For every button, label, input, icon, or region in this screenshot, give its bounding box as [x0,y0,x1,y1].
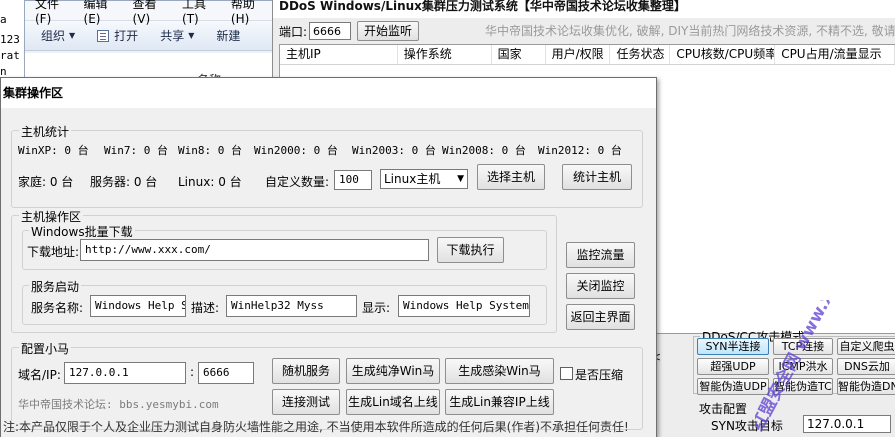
service-desc-input[interactable]: WinHelp32 Myss [226,295,357,317]
stat-linux: Linux: 0 台 [178,175,242,189]
config-port-input[interactable]: 6666 [198,362,254,384]
document-icon [97,29,110,42]
service-name-input[interactable]: Windows Help Sys [90,295,186,317]
monitor-traffic-button[interactable]: 监控流量 [566,242,635,268]
syn-half-button[interactable]: SYN半连接 [697,338,769,355]
service-start-legend: 服务启动 [29,278,82,295]
forum-link-text: 华中帝国技术论坛: bbs.yesmybi.com [18,398,219,411]
service-name-label: 服务名称: [31,301,84,315]
gen-lin-domain-button[interactable]: 生成Lin域名上线 [346,389,440,415]
stat-server: 服务器: 0 台 [90,175,158,189]
column-cpu-usage[interactable]: CPU占用/流量显示 [775,45,895,64]
host-type-value: Linux主机 [384,172,441,186]
gen-lin-ip-button[interactable]: 生成Lin兼容IP上线 [445,389,554,415]
stat-family: 家庭: 0 台 [18,175,74,189]
dns-cloud-button[interactable]: DNS云加 [837,358,895,375]
batch-download-legend: Windows批量下载 [29,223,135,240]
select-hosts-button[interactable]: 选择主机 [477,164,545,190]
share-button[interactable]: 共享 ▼ [160,27,194,44]
stat-win2008: Win2008: 0 台 [442,144,526,157]
stop-monitor-button[interactable]: 关闭监控 [566,273,635,299]
organize-label: 组织 [41,29,66,43]
service-display-label: 显示: [362,301,391,315]
menu-tools[interactable]: 工具(T) [182,0,213,26]
cluster-operation-dialog: 集群操作区 主机统计 WinXP: 0 台 Win7: 0 台 Win8: 0 … [0,77,657,437]
background-explorer-window: 文件(F) 编辑(E) 查看(V) 工具(T) 帮助(H) 组织 ▼ 打开 共享 ▼… [24,0,282,87]
column-host-ip[interactable]: 主机IP [280,45,398,64]
port-label: 端口: [279,24,308,39]
start-listen-button[interactable]: 开始监听 [357,21,420,41]
count-hosts-button[interactable]: 统计主机 [562,164,632,190]
open-label: 打开 [114,29,139,43]
service-desc-label: 描述: [191,301,220,315]
host-stats-legend: 主机统计 [19,123,72,140]
share-label: 共享 [160,29,185,43]
stat-win2003: Win2003: 0 台 [352,144,436,157]
colon-separator: : [190,365,195,379]
download-execute-button[interactable]: 下载执行 [437,237,504,263]
column-cpu-cores[interactable]: CPU核数/CPU频率 [670,45,776,64]
column-os[interactable]: 操作系统 [398,45,492,64]
super-udp-button[interactable]: 超强UDP [697,358,769,375]
new-label: 新建 [216,29,241,43]
column-task-status[interactable]: 任务状态 [610,45,671,64]
attack-panel: DDoS/CC攻击模式 SYN半连接 TCP连接 自定义爬虫 超强UDP ICM… [691,320,895,437]
attack-config-label: 攻击配置 [699,402,748,416]
domain-ip-input[interactable]: 127.0.0.1 [64,362,186,384]
forum-notice: 华中帝国技术论坛收集优化, 破解, DIY当前热门网络技术资源, 不精不选, 敬… [485,24,895,38]
smart-fake-dns-button[interactable]: 智能伪造DNS [837,378,895,395]
syn-target-input[interactable]: 127.0.0.1 [803,415,891,433]
syn-target-label: SYN攻击目标 [711,419,783,433]
port-input[interactable] [309,22,352,40]
download-url-label: 下载地址: [27,245,80,259]
open-button[interactable]: 打开 [97,27,138,44]
compress-label: 是否压缩 [575,368,624,382]
dialog-body: 主机统计 WinXP: 0 台 Win7: 0 台 Win8: 0 台 Win2… [1,108,656,437]
tcp-connect-button[interactable]: TCP连接 [773,338,833,355]
disclaimer-text: 注:本产品仅限于个人及企业压力测试自身防火墙性能之用途, 不当使用本软件所造成的… [3,420,629,434]
smart-fake-udp-button[interactable]: 智能伪造UDP [697,378,769,395]
domain-ip-label: 域名/IP: [18,368,61,382]
service-display-input[interactable]: Windows Help System fo [398,295,530,317]
custom-crawler-button[interactable]: 自定义爬虫 [837,338,895,355]
main-window-title: DDoS Windows/Linux集群压力测试系统【华中帝国技术论坛收集整理】 [273,0,895,18]
host-list-header: 主机IP 操作系统 国家 用户/权限 任务状态 CPU核数/CPU频率 CPU占… [280,45,895,65]
organize-button[interactable]: 组织 ▼ [41,27,75,44]
explorer-menubar: 文件(F) 编辑(E) 查看(V) 工具(T) 帮助(H) [25,0,281,26]
menu-edit[interactable]: 编辑(E) [84,0,115,26]
custom-count-label: 自定义数量: [265,175,330,189]
connect-test-button[interactable]: 连接测试 [272,389,340,415]
download-url-input[interactable]: http://www.xxx.com/ [80,239,429,261]
custom-count-input[interactable]: 100 [334,170,372,190]
menu-help[interactable]: 帮助(H) [231,0,263,26]
back-to-main-button[interactable]: 返回主界面 [566,304,635,330]
chevron-down-icon: ▼ [457,174,464,184]
icmp-flood-button[interactable]: ICMP洪水 [773,358,833,375]
gen-clean-win-button[interactable]: 生成纯净Win马 [346,358,440,384]
chevron-down-icon: ▼ [69,31,76,40]
column-user[interactable]: 用户/权限 [546,45,611,64]
random-service-button[interactable]: 随机服务 [272,358,340,384]
chevron-down-icon: ▼ [188,31,195,40]
compress-checkbox[interactable] [560,367,573,380]
gen-infect-win-button[interactable]: 生成感染Win马 [445,358,554,384]
stat-win2012: Win2012: 0 台 [538,144,622,157]
stat-win2000: Win2000: 0 台 [254,144,338,157]
column-country[interactable]: 国家 [492,45,546,64]
menu-view[interactable]: 查看(V) [133,0,165,26]
stat-win8: Win8: 0 台 [178,144,242,157]
new-button[interactable]: 新建 [216,27,240,44]
stat-winxp: WinXP: 0 台 [18,144,89,157]
host-type-select[interactable]: Linux主机 ▼ [380,169,468,189]
menu-file[interactable]: 文件(F) [35,0,66,26]
smart-fake-tcp-button[interactable]: 智能伪造TCP [773,378,833,395]
config-legend: 配置小马 [19,340,72,357]
stat-win7: Win7: 0 台 [104,144,168,157]
dialog-title: 集群操作区 [1,78,656,108]
